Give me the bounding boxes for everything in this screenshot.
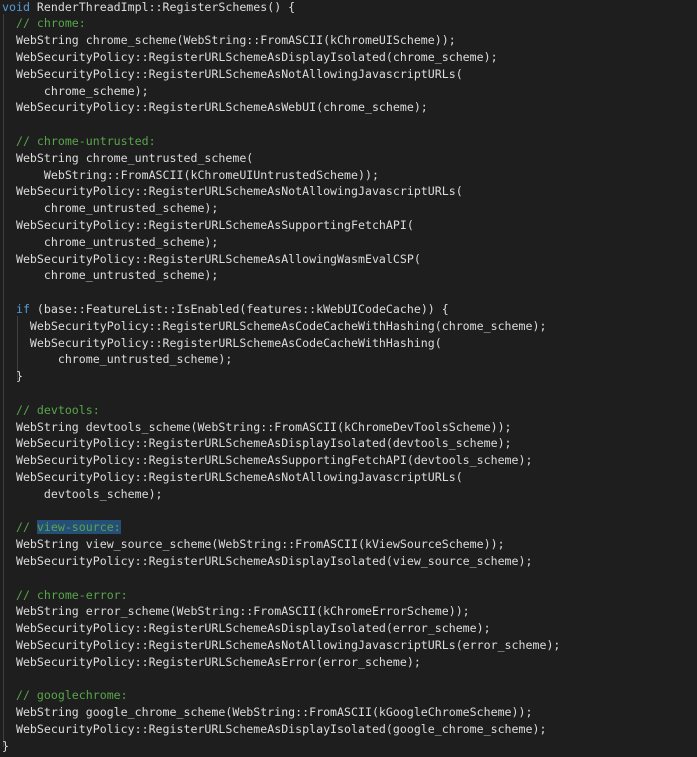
- code-text: WebSecurityPolicy::RegisterURLSchemeAsNo…: [2, 469, 463, 484]
- keyword-token: void: [2, 0, 30, 14]
- code-line[interactable]: WebSecurityPolicy::RegisterURLSchemeAsAl…: [2, 251, 421, 268]
- code-line[interactable]: WebSecurityPolicy::RegisterURLSchemeAsDi…: [2, 721, 547, 738]
- code-line[interactable]: WebSecurityPolicy::RegisterURLSchemeAsWe…: [2, 99, 428, 116]
- code-line[interactable]: }: [2, 368, 23, 385]
- code-text: WebSecurityPolicy::RegisterURLSchemeAsCo…: [2, 318, 547, 333]
- code-line[interactable]: WebString chrome_scheme(WebString::FromA…: [2, 32, 456, 49]
- code-line[interactable]: WebSecurityPolicy::RegisterURLSchemeAsDi…: [2, 435, 512, 452]
- code-line[interactable]: WebSecurityPolicy::RegisterURLSchemeAsDi…: [2, 620, 491, 637]
- selected-text: view-source:: [36, 520, 121, 535]
- code-line[interactable]: WebSecurityPolicy::RegisterURLSchemeAsSu…: [2, 217, 414, 234]
- code-text: WebSecurityPolicy::RegisterURLSchemeAsEr…: [2, 654, 421, 669]
- code-text: WebString chrome_scheme(WebString::FromA…: [2, 33, 456, 48]
- code-text: WebSecurityPolicy::RegisterURLSchemeAsSu…: [2, 453, 533, 468]
- code-text: WebSecurityPolicy::RegisterURLSchemeAsAl…: [2, 251, 421, 266]
- code-text: WebSecurityPolicy::RegisterURLSchemeAsNo…: [2, 184, 463, 199]
- code-text: WebSecurityPolicy::RegisterURLSchemeAsDi…: [2, 721, 547, 736]
- code-line[interactable]: // devtools:: [2, 402, 100, 419]
- code-line[interactable]: }: [2, 738, 9, 755]
- code-text: devtools_scheme);: [2, 486, 163, 501]
- code-text: WebSecurityPolicy::RegisterURLSchemeAsNo…: [2, 66, 463, 81]
- comment-token: // googlechrome:: [2, 688, 128, 703]
- code-line[interactable]: WebString view_source_scheme(WebString::…: [2, 536, 505, 553]
- comment-token: // chrome:: [2, 16, 86, 31]
- code-text: WebString view_source_scheme(WebString::…: [2, 537, 505, 552]
- code-text: WebSecurityPolicy::RegisterURLSchemeAsDi…: [2, 436, 512, 451]
- code-line[interactable]: devtools_scheme);: [2, 486, 163, 503]
- code-text: WebSecurityPolicy::RegisterURLSchemeAsWe…: [2, 100, 428, 115]
- keyword-token: if: [15, 301, 30, 316]
- code-line[interactable]: WebSecurityPolicy::RegisterURLSchemeAsDi…: [2, 553, 533, 570]
- code-line[interactable]: chrome_scheme);: [2, 83, 149, 100]
- code-text: WebSecurityPolicy::RegisterURLSchemeAsDi…: [2, 553, 533, 568]
- code-text: chrome_untrusted_scheme);: [2, 201, 219, 216]
- code-line[interactable]: WebSecurityPolicy::RegisterURLSchemeAsNo…: [2, 637, 560, 654]
- code-text: WebString google_chrome_scheme(WebString…: [2, 705, 533, 720]
- code-text: }: [2, 369, 23, 384]
- code-line[interactable]: WebString chrome_untrusted_scheme(: [2, 150, 253, 167]
- code-line[interactable]: // chrome-untrusted:: [2, 133, 156, 150]
- code-text: WebString error_scheme(WebString::FromAS…: [2, 604, 470, 619]
- code-line[interactable]: chrome_untrusted_scheme);: [2, 234, 219, 251]
- code-text: (base::FeatureList::IsEnabled(features::…: [29, 301, 449, 316]
- code-line[interactable]: WebSecurityPolicy::RegisterURLSchemeAsCo…: [2, 335, 442, 352]
- comment-token: //: [2, 520, 37, 535]
- code-text: WebSecurityPolicy::RegisterURLSchemeAsNo…: [2, 637, 561, 652]
- code-line[interactable]: void RenderThreadImpl::RegisterSchemes()…: [2, 0, 295, 15]
- code-line[interactable]: WebString error_scheme(WebString::FromAS…: [2, 603, 470, 620]
- comment-token: // chrome-error:: [2, 587, 128, 602]
- code-text: WebSecurityPolicy::RegisterURLSchemeAsDi…: [2, 621, 491, 636]
- code-line[interactable]: // googlechrome:: [2, 687, 128, 704]
- code-text: chrome_untrusted_scheme);: [2, 268, 219, 283]
- comment-token: // chrome-untrusted:: [2, 133, 156, 148]
- code-text: WebString chrome_untrusted_scheme(: [2, 150, 254, 165]
- code-line[interactable]: WebSecurityPolicy::RegisterURLSchemeAsNo…: [2, 66, 463, 83]
- code-line[interactable]: WebSecurityPolicy::RegisterURLSchemeAsSu…: [2, 452, 533, 469]
- code-text: chrome_untrusted_scheme);: [2, 352, 233, 367]
- code-text: chrome_scheme);: [2, 83, 149, 98]
- code-text: WebSecurityPolicy::RegisterURLSchemeAsCo…: [2, 335, 442, 350]
- code-line[interactable]: // view-source:: [2, 519, 121, 536]
- code-text: RenderThreadImpl::RegisterSchemes() {: [29, 0, 296, 14]
- code-text: chrome_untrusted_scheme);: [2, 234, 219, 249]
- code-line[interactable]: WebString google_chrome_scheme(WebString…: [2, 704, 533, 721]
- code-editor[interactable]: void RenderThreadImpl::RegisterSchemes()…: [0, 0, 697, 757]
- code-line[interactable]: chrome_untrusted_scheme);: [2, 351, 233, 368]
- code-line[interactable]: chrome_untrusted_scheme);: [2, 267, 219, 284]
- code-line[interactable]: WebSecurityPolicy::RegisterURLSchemeAsNo…: [2, 469, 463, 486]
- code-line[interactable]: WebString devtools_scheme(WebString::Fro…: [2, 419, 512, 436]
- comment-token: // devtools:: [2, 402, 100, 417]
- code-text: WebString devtools_scheme(WebString::Fro…: [2, 419, 512, 434]
- code-line[interactable]: WebSecurityPolicy::RegisterURLSchemeAsNo…: [2, 183, 463, 200]
- code-line[interactable]: WebSecurityPolicy::RegisterURLSchemeAsDi…: [2, 49, 498, 66]
- code-text: WebSecurityPolicy::RegisterURLSchemeAsDi…: [2, 49, 498, 64]
- code-line[interactable]: // chrome-error:: [2, 587, 128, 604]
- code-line[interactable]: WebString::FromASCII(kChromeUIUntrustedS…: [2, 167, 379, 184]
- code-text: WebString::FromASCII(kChromeUIUntrustedS…: [2, 167, 379, 182]
- code-line[interactable]: // chrome:: [2, 15, 86, 32]
- code-text: }: [2, 738, 9, 753]
- code-line[interactable]: if (base::FeatureList::IsEnabled(feature…: [2, 301, 449, 318]
- code-line[interactable]: WebSecurityPolicy::RegisterURLSchemeAsEr…: [2, 654, 421, 671]
- code-line[interactable]: chrome_untrusted_scheme);: [2, 200, 219, 217]
- code-line[interactable]: WebSecurityPolicy::RegisterURLSchemeAsCo…: [2, 318, 547, 335]
- code-text: WebSecurityPolicy::RegisterURLSchemeAsSu…: [2, 217, 414, 232]
